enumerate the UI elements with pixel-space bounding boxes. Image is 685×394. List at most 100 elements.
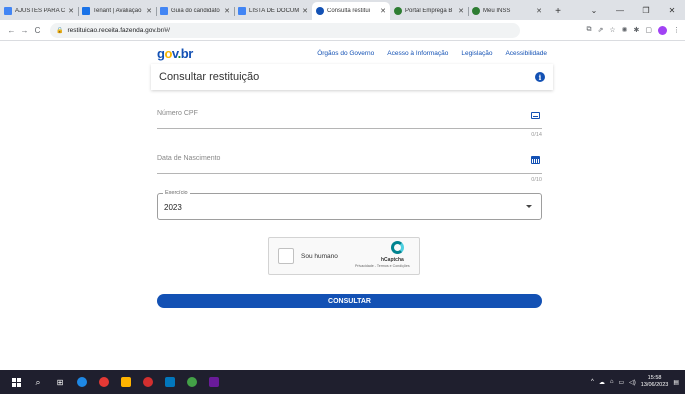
sidepanel-icon[interactable]: ▢ (645, 26, 652, 34)
id-card-icon (531, 112, 540, 119)
windows-logo-icon (11, 377, 21, 387)
search-icon[interactable]: ⌕ (30, 374, 46, 390)
consultar-button[interactable]: CONSULTAR (157, 294, 542, 308)
star-icon[interactable]: ☆ (609, 26, 615, 34)
whatsapp-icon (187, 377, 197, 387)
calendar-icon[interactable] (531, 156, 540, 164)
govbr-logo[interactable]: gov.br (157, 46, 193, 61)
nav-orgaos[interactable]: Órgãos do Governo (317, 50, 374, 57)
exercicio-value: 2023 (164, 203, 182, 212)
hcaptcha-logo-icon (391, 241, 404, 254)
nav-acessibilidade[interactable]: Acessibilidade (505, 50, 547, 57)
header-nav: Órgãos do Governo Acesso à Informação Le… (317, 50, 547, 57)
tab-search-icon[interactable]: ⌄ (581, 6, 607, 15)
edge-icon (77, 377, 87, 387)
new-tab-button[interactable]: + (550, 2, 566, 20)
chevron-up-icon[interactable]: ^ (591, 379, 594, 385)
tab-label: Consulta restitui (327, 8, 371, 14)
minimize-icon[interactable]: — (607, 6, 633, 15)
chrome-icon (99, 377, 109, 387)
install-icon[interactable]: ⧉ (586, 26, 591, 34)
cloud-icon[interactable]: ☁ (599, 379, 605, 386)
tab-label: AJUSTES PARA C (15, 8, 66, 14)
lock-icon[interactable]: 🔒 (56, 27, 63, 34)
teams-icon (209, 377, 219, 387)
gov-icon (316, 7, 324, 15)
tenant-icon (82, 7, 90, 15)
share-icon[interactable]: ⇗ (597, 26, 603, 34)
toolbar-actions: ⧉ ⇗ ☆ ✺ ✱ ▢ ⋮ (586, 25, 680, 35)
reload-icon[interactable]: C (31, 26, 44, 35)
taskbar-app[interactable] (74, 374, 90, 390)
clock[interactable]: 15:58 13/06/2023 (641, 375, 669, 389)
start-button[interactable] (8, 374, 24, 390)
tab-label: Guia do candidato (171, 8, 220, 14)
address-bar[interactable]: 🔒 restituicao.receita.fazenda.gov.br/#/ (50, 22, 520, 38)
taskbar-app[interactable] (96, 374, 112, 390)
close-icon[interactable]: ✕ (146, 7, 152, 15)
tab-label: LISTA DE DOCUM (249, 8, 300, 14)
birth-date-counter: 0/10 (531, 177, 542, 183)
browser-tab-active[interactable]: Consulta restitui ✕ (312, 2, 390, 20)
forward-icon[interactable]: → (18, 26, 31, 35)
gov-header: gov.br Órgãos do Governo Acesso à Inform… (157, 42, 547, 64)
cpf-counter: 0/14 (531, 132, 542, 138)
birth-date-underline (157, 173, 542, 174)
page-content: gov.br Órgãos do Governo Acesso à Inform… (0, 42, 685, 370)
notification-icon[interactable]: ▤ (673, 379, 679, 386)
address-url: restituicao.receita.fazenda.gov.br/#/ (67, 26, 170, 34)
profile-avatar[interactable] (658, 25, 667, 35)
tab-label: Tenant | Avaliação (93, 8, 142, 14)
info-icon[interactable]: i (535, 72, 545, 82)
close-icon[interactable]: ✕ (68, 7, 74, 15)
hcaptcha-brand[interactable]: hCaptcha (381, 257, 404, 263)
back-icon[interactable]: ← (5, 26, 18, 35)
chevron-down-icon (526, 205, 532, 208)
close-icon[interactable]: ✕ (302, 7, 308, 15)
birth-date-field[interactable]: Data de Nascimento 0/10 (157, 155, 542, 185)
browser-toolbar: ← → C 🔒 restituicao.receita.fazenda.gov.… (0, 20, 685, 41)
close-icon[interactable]: ✕ (380, 7, 386, 15)
browser-tab[interactable]: Tenant | Avaliação ✕ (78, 2, 156, 20)
taskbar-app[interactable] (118, 374, 134, 390)
opera-icon (143, 377, 153, 387)
menu-icon[interactable]: ⋮ (673, 26, 680, 34)
close-window-icon[interactable]: ✕ (659, 6, 685, 15)
taskbar-app[interactable] (162, 374, 178, 390)
cpf-underline (157, 128, 542, 129)
puzzle-icon[interactable]: ✱ (634, 26, 640, 34)
keyboard-icon[interactable]: ▭ (619, 379, 625, 386)
browser-tab[interactable]: AJUSTES PARA C ✕ (0, 2, 78, 20)
maximize-icon[interactable]: ❐ (633, 6, 659, 15)
taskbar-app[interactable] (140, 374, 156, 390)
captcha-checkbox[interactable] (278, 248, 294, 264)
browser-tab[interactable]: LISTA DE DOCUM ✕ (234, 2, 312, 20)
speaker-icon[interactable]: ◁) (629, 379, 636, 386)
network-icon[interactable]: ⌂ (610, 379, 614, 385)
tab-label: Meu INSS (483, 8, 511, 14)
doc-icon (238, 7, 246, 15)
outlook-icon (165, 377, 175, 387)
hcaptcha-terms[interactable]: Privacidade - Termos e Condições (355, 264, 410, 268)
close-icon[interactable]: ✕ (224, 7, 230, 15)
close-icon[interactable]: ✕ (536, 7, 542, 15)
extension-icon[interactable]: ✺ (622, 26, 628, 34)
inss-icon (472, 7, 480, 15)
browser-tab[interactable]: Guia do candidato ✕ (156, 2, 234, 20)
nav-legislacao[interactable]: Legislação (461, 50, 492, 57)
cpf-label: Número CPF (157, 110, 198, 117)
clock-time: 15:58 (647, 375, 662, 381)
hcaptcha-widget: Sou humano hCaptcha Privacidade - Termos… (268, 237, 420, 275)
nav-acesso-informacao[interactable]: Acesso à Informação (387, 50, 448, 57)
explorer-icon (121, 377, 131, 387)
taskbar-app[interactable] (206, 374, 222, 390)
browser-tab-strip: AJUSTES PARA C ✕ Tenant | Avaliação ✕ Guia… (0, 0, 685, 20)
browser-tab[interactable]: Portal Emprega B ✕ (390, 2, 468, 20)
cpf-field[interactable]: Número CPF 0/14 (157, 110, 542, 140)
task-view-icon[interactable]: ⊞ (52, 374, 68, 390)
close-icon[interactable]: ✕ (458, 7, 464, 15)
exercicio-select[interactable]: Exercício 2023 (157, 190, 542, 220)
taskbar-app[interactable] (184, 374, 200, 390)
browser-tab[interactable]: Meu INSS ✕ (468, 2, 546, 20)
birth-date-label: Data de Nascimento (157, 155, 221, 162)
